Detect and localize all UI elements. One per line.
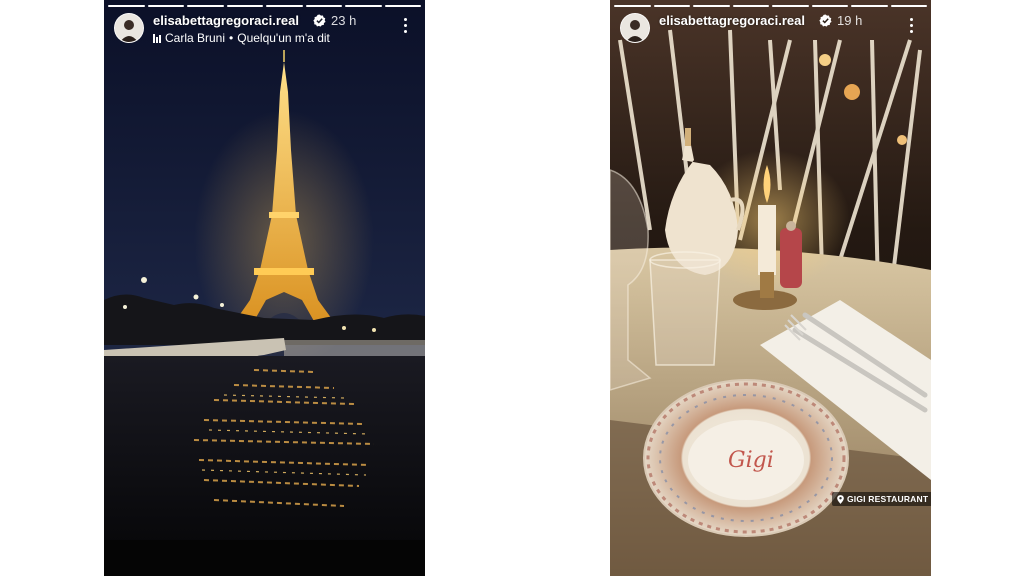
- avatar[interactable]: [114, 13, 144, 43]
- story-card-eiffel[interactable]: elisabettagregoraci.real 23 h Carla Brun…: [104, 0, 425, 576]
- restaurant-table-photo: Gigi: [610, 0, 931, 576]
- music-song: Quelqu'un m'a dit: [237, 31, 330, 45]
- story-timestamp: 19 h: [837, 13, 863, 28]
- eiffel-tower-photo: [104, 0, 425, 576]
- story-header: elisabettagregoraci.real 19 h: [620, 13, 921, 43]
- story-header: elisabettagregoraci.real 23 h Carla Brun…: [114, 13, 415, 45]
- svg-text:Gigi: Gigi: [728, 448, 774, 473]
- location-label: GIGI RESTAURANT PARIS: [847, 494, 931, 504]
- story-card-restaurant[interactable]: Gigi elisabettagregoraci.real 19 h GIGI …: [610, 0, 931, 576]
- verified-badge-icon: [819, 14, 832, 27]
- music-bars-icon: [153, 33, 161, 43]
- music-separator: •: [229, 31, 234, 45]
- username[interactable]: elisabettagregoraci.real: [153, 13, 299, 29]
- location-pin-icon: [837, 494, 844, 504]
- avatar[interactable]: [620, 13, 650, 43]
- verified-badge-icon: [313, 14, 326, 27]
- story-progress-bar: [614, 5, 927, 7]
- music-sticker[interactable]: Carla Bruni • Quelqu'un m'a dit: [153, 31, 330, 45]
- username[interactable]: elisabettagregoraci.real: [659, 13, 805, 29]
- music-artist: Carla Bruni: [165, 31, 226, 45]
- more-options-icon[interactable]: [397, 16, 413, 34]
- story-progress-bar: [108, 5, 421, 7]
- location-sticker[interactable]: GIGI RESTAURANT PARIS: [832, 492, 931, 506]
- story-timestamp: 23 h: [331, 13, 357, 28]
- more-options-icon[interactable]: [903, 16, 919, 34]
